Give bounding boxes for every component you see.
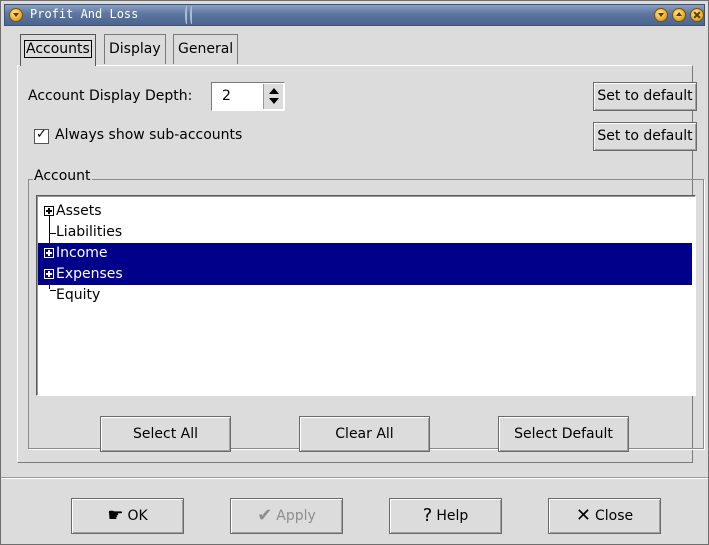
close-label: Close xyxy=(594,508,634,524)
tree-row-income[interactable]: Income xyxy=(38,243,692,264)
expand-icon[interactable] xyxy=(44,248,54,258)
dialog-window: Profit And Loss Accounts Display General… xyxy=(0,0,709,545)
help-question-icon: ? xyxy=(422,505,433,526)
depth-value[interactable]: 2 xyxy=(222,88,231,104)
tree-row-assets[interactable]: Assets xyxy=(38,201,692,222)
separator xyxy=(1,477,708,479)
account-tree[interactable]: Assets Liabilities Income Expenses Equit… xyxy=(36,195,696,396)
select-default-button[interactable]: Select Default xyxy=(498,416,629,452)
always-show-checkbox[interactable] xyxy=(34,127,49,144)
tree-row-equity[interactable]: Equity xyxy=(38,285,692,306)
tab-general[interactable]: General xyxy=(173,34,239,64)
ok-label: OK xyxy=(127,508,148,524)
depth-spinner[interactable]: 2 xyxy=(211,82,285,111)
account-frame-title: Account xyxy=(33,168,92,184)
titlebar-decoration xyxy=(183,6,213,24)
minimize-icon[interactable] xyxy=(654,8,668,22)
tree-row-label: Equity xyxy=(56,287,101,303)
set-default-subaccounts-button[interactable]: Set to default xyxy=(593,122,697,151)
tab-display-label: Display xyxy=(109,41,161,57)
tree-row-label: Liabilities xyxy=(56,224,123,240)
tab-accounts-label: Accounts xyxy=(24,40,92,58)
maximize-icon[interactable] xyxy=(672,8,686,22)
expand-icon[interactable] xyxy=(44,206,54,216)
tree-row-label: Assets xyxy=(56,203,102,219)
window-menu-icon[interactable] xyxy=(9,8,23,22)
tab-general-label: General xyxy=(178,41,234,57)
clear-all-button[interactable]: Clear All xyxy=(299,416,430,452)
tree-row-liabilities[interactable]: Liabilities xyxy=(38,222,692,243)
tree-row-expenses[interactable]: Expenses xyxy=(38,264,692,285)
apply-label: Apply xyxy=(276,508,316,524)
ok-hand-icon: ☛ xyxy=(107,505,124,526)
spinner-arrows-icon[interactable] xyxy=(263,84,283,109)
close-window-icon[interactable] xyxy=(690,8,704,22)
set-default-depth-button[interactable]: Set to default xyxy=(593,82,697,111)
apply-button[interactable]: ✔ Apply xyxy=(230,498,343,534)
depth-label: Account Display Depth: xyxy=(28,88,193,104)
tab-accounts[interactable]: Accounts xyxy=(20,34,96,66)
always-show-label[interactable]: Always show sub-accounts xyxy=(55,127,242,143)
title-bar[interactable]: Profit And Loss xyxy=(4,4,705,26)
checkmark-icon: ✔ xyxy=(257,505,273,526)
close-button[interactable]: ✕ Close xyxy=(548,498,661,534)
select-all-button[interactable]: Select All xyxy=(100,416,231,452)
close-x-icon: ✕ xyxy=(575,505,591,526)
help-label: Help xyxy=(436,508,469,524)
help-button[interactable]: ? Help xyxy=(389,498,502,534)
expand-icon[interactable] xyxy=(44,269,54,279)
ok-button[interactable]: ☛ OK xyxy=(71,498,184,534)
tree-row-label: Income xyxy=(56,245,108,261)
tab-display[interactable]: Display xyxy=(104,34,166,64)
tree-row-label: Expenses xyxy=(56,266,123,282)
window-title: Profit And Loss xyxy=(30,7,139,21)
